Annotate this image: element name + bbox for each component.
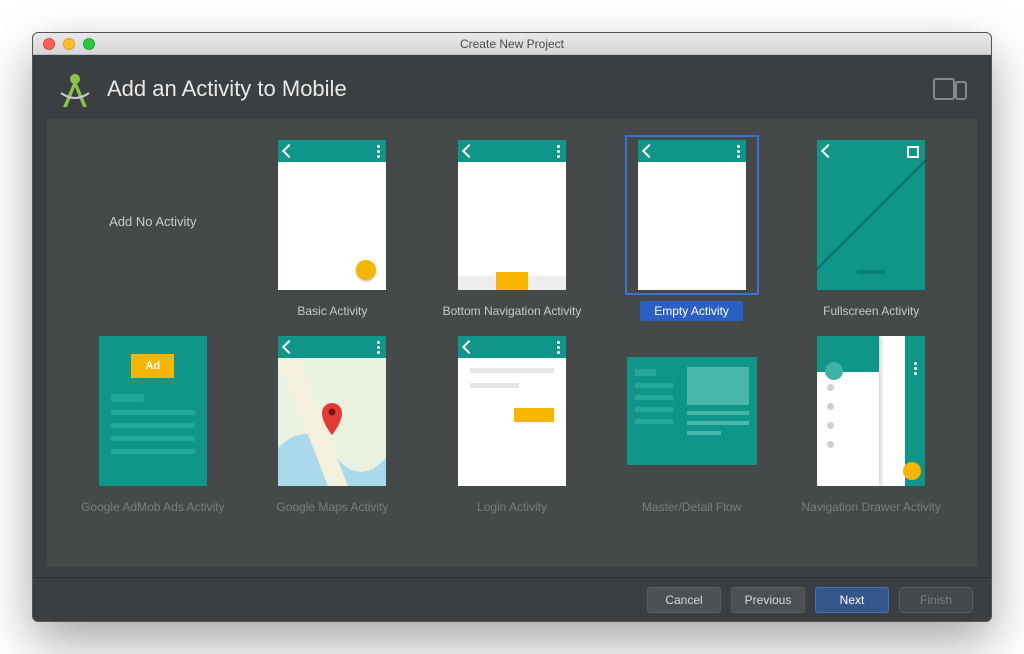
template-label: Login Activity — [477, 497, 547, 517]
template-gallery: Add No Activity Basic Activity Bottom Na… — [47, 119, 977, 567]
template-add-no-activity[interactable]: Add No Activity — [73, 135, 233, 321]
template-bottom-navigation-activity[interactable]: Bottom Navigation Activity — [432, 135, 592, 321]
form-factor-icon — [933, 76, 969, 102]
overflow-icon — [737, 145, 740, 158]
template-master-detail-flow[interactable]: Master/Detail Flow — [612, 331, 772, 517]
map-icon — [278, 358, 386, 486]
template-login-activity[interactable]: Login Activity — [432, 331, 592, 517]
cancel-button[interactable]: Cancel — [647, 587, 721, 613]
avatar-icon — [825, 362, 843, 380]
template-navigation-drawer-activity[interactable]: Navigation Drawer Activity — [791, 331, 951, 517]
overflow-icon — [557, 341, 560, 354]
overflow-icon — [557, 145, 560, 158]
template-label: Fullscreen Activity — [823, 301, 919, 321]
fab-icon — [356, 260, 376, 280]
overflow-icon — [914, 362, 917, 375]
dialog-window: Create New Project Add an Activity to Mo… — [32, 32, 992, 622]
next-button[interactable]: Next — [815, 587, 889, 613]
fab-icon — [903, 462, 921, 480]
template-label: Basic Activity — [297, 301, 367, 321]
page-title: Add an Activity to Mobile — [107, 76, 347, 102]
template-basic-activity[interactable]: Basic Activity — [253, 135, 413, 321]
window-title: Create New Project — [33, 37, 991, 51]
template-label: Navigation Drawer Activity — [802, 497, 941, 517]
template-label: Add No Activity — [109, 211, 196, 231]
template-google-admob-ads-activity[interactable]: Ad Google AdMob Ads Activity — [73, 331, 233, 517]
template-label: Empty Activity — [640, 301, 743, 321]
template-label: Google Maps Activity — [276, 497, 388, 517]
finish-button: Finish — [899, 587, 973, 613]
template-empty-activity[interactable]: Empty Activity — [612, 135, 772, 321]
android-studio-icon — [55, 69, 95, 109]
login-button-icon — [514, 408, 554, 422]
template-label: Master/Detail Flow — [642, 497, 741, 517]
ad-badge-icon: Ad — [131, 354, 174, 378]
template-label: Bottom Navigation Activity — [443, 301, 582, 321]
wizard-header: Add an Activity to Mobile — [33, 55, 991, 119]
titlebar: Create New Project — [33, 33, 991, 55]
template-fullscreen-activity[interactable]: Fullscreen Activity — [791, 135, 951, 321]
back-arrow-icon — [462, 144, 476, 158]
template-google-maps-activity[interactable]: Google Maps Activity — [253, 331, 413, 517]
overflow-icon — [377, 341, 380, 354]
back-arrow-icon — [282, 144, 296, 158]
back-arrow-icon — [282, 340, 296, 354]
back-arrow-icon — [462, 340, 476, 354]
bottom-nav-icon — [458, 276, 566, 290]
template-label: Google AdMob Ads Activity — [81, 497, 224, 517]
overflow-icon — [377, 145, 380, 158]
previous-button[interactable]: Previous — [731, 587, 805, 613]
wizard-footer: Cancel Previous Next Finish — [33, 577, 991, 621]
back-arrow-icon — [642, 144, 656, 158]
